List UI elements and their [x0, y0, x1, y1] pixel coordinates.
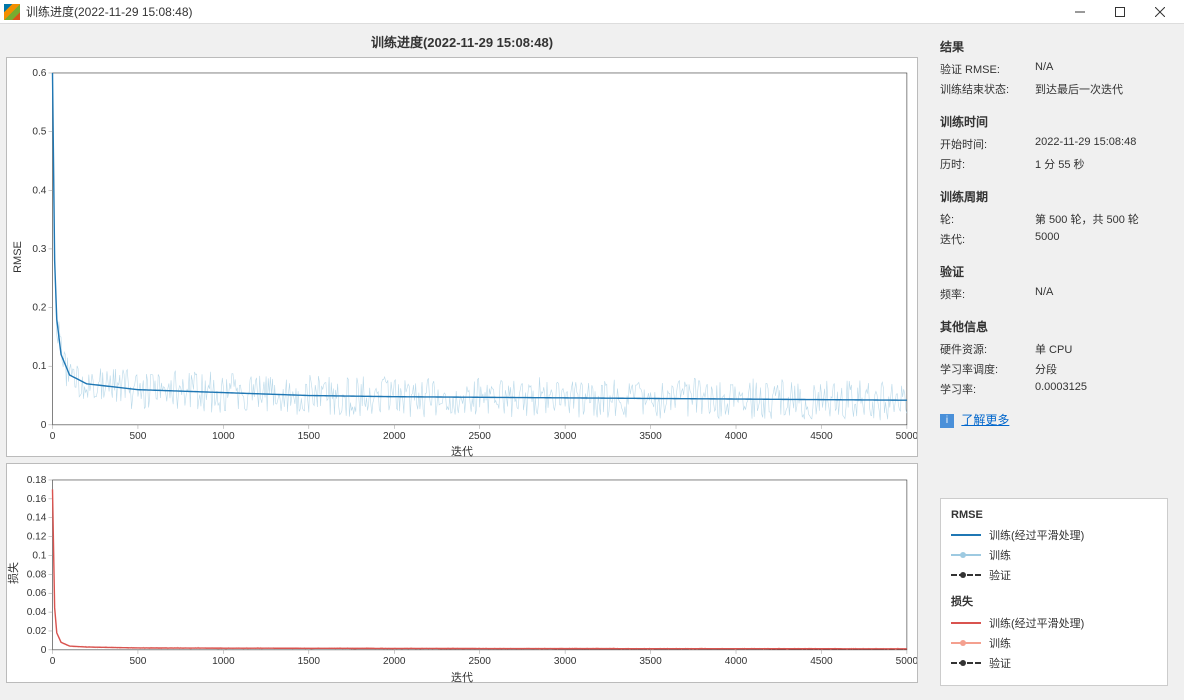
svg-text:0.06: 0.06 [27, 588, 47, 599]
svg-text:1000: 1000 [212, 431, 235, 442]
loss-ylabel: 损失 [5, 562, 21, 584]
svg-text:0.2: 0.2 [32, 303, 46, 314]
legend-train-smooth: 训练(经过平滑处理) [989, 527, 1084, 543]
svg-text:2500: 2500 [468, 656, 491, 667]
plot-title: 训练进度(2022-11-29 15:08:48) [6, 32, 918, 51]
cycle-header: 训练周期 [940, 188, 1168, 205]
lr-label: 学习率: [940, 381, 1035, 397]
svg-text:3000: 3000 [554, 431, 577, 442]
time-header: 训练时间 [940, 113, 1168, 130]
svg-text:0: 0 [41, 420, 47, 431]
svg-text:0.14: 0.14 [27, 513, 47, 524]
svg-text:0.6: 0.6 [32, 68, 46, 79]
svg-text:4500: 4500 [810, 656, 833, 667]
maximize-button[interactable] [1100, 0, 1140, 24]
svg-text:0.5: 0.5 [32, 127, 46, 138]
legend-loss-header: 损失 [951, 593, 1157, 609]
iter-value: 5000 [1035, 231, 1168, 247]
svg-text:4000: 4000 [725, 431, 748, 442]
svg-text:0: 0 [41, 645, 47, 656]
epoch-label: 轮: [940, 211, 1035, 227]
svg-text:4500: 4500 [810, 431, 833, 442]
epoch-value: 第 500 轮，共 500 轮 [1035, 211, 1168, 227]
svg-text:4000: 4000 [725, 656, 748, 667]
svg-text:500: 500 [130, 656, 147, 667]
hw-label: 硬件资源: [940, 341, 1035, 357]
other-header: 其他信息 [940, 318, 1168, 335]
end-state-value: 到达最后一次迭代 [1035, 81, 1168, 97]
svg-text:5000: 5000 [896, 431, 918, 442]
window-title: 训练进度(2022-11-29 15:08:48) [26, 3, 1060, 20]
svg-text:1500: 1500 [298, 431, 321, 442]
close-button[interactable] [1140, 0, 1180, 24]
hw-value: 单 CPU [1035, 341, 1168, 357]
val-rmse-value: N/A [1035, 61, 1168, 77]
svg-text:0.4: 0.4 [32, 185, 46, 196]
legend-val2: 验证 [989, 655, 1011, 671]
legend-val: 验证 [989, 567, 1011, 583]
lr-value: 0.0003125 [1035, 381, 1168, 397]
matlab-logo-icon [4, 4, 20, 20]
svg-text:0.18: 0.18 [27, 475, 47, 486]
minimize-button[interactable] [1060, 0, 1100, 24]
rmse-xlabel: 迭代 [451, 443, 473, 459]
plots-panel: 训练进度(2022-11-29 15:08:48) RMSE 0 0.1 0.2 0.… [0, 24, 924, 700]
sched-value: 分段 [1035, 361, 1168, 377]
rmse-chart: RMSE 0 0.1 0.2 0.3 0.4 0.5 0.6 0 500 1000 1500 2000… [6, 57, 918, 457]
start-time-label: 开始时间: [940, 136, 1035, 152]
svg-text:0.04: 0.04 [27, 607, 47, 618]
legend-train-smooth2: 训练(经过平滑处理) [989, 615, 1084, 631]
svg-text:1000: 1000 [212, 656, 235, 667]
elapsed-value: 1 分 55 秒 [1035, 156, 1168, 172]
svg-text:0.3: 0.3 [32, 244, 46, 255]
learn-more-link[interactable]: 了解更多 [961, 413, 1009, 427]
svg-text:0: 0 [50, 431, 56, 442]
svg-text:0.16: 0.16 [27, 494, 47, 505]
svg-text:3000: 3000 [554, 656, 577, 667]
svg-text:2500: 2500 [468, 431, 491, 442]
titlebar: 训练进度(2022-11-29 15:08:48) [0, 0, 1184, 24]
svg-text:0.12: 0.12 [27, 532, 47, 543]
sidebar: 结果 验证 RMSE:N/A 训练结束状态:到达最后一次迭代 训练时间 开始时间… [924, 24, 1184, 700]
svg-text:2000: 2000 [383, 431, 406, 442]
svg-text:3500: 3500 [639, 431, 662, 442]
loss-chart: 损失 0 0.02 0.04 0.06 0.08 0.1 0.12 0.14 0.16 0.18 0… [6, 463, 918, 683]
val-header: 验证 [940, 263, 1168, 280]
val-rmse-label: 验证 RMSE: [940, 61, 1035, 77]
svg-text:2000: 2000 [383, 656, 406, 667]
svg-text:0.02: 0.02 [27, 626, 47, 637]
svg-text:5000: 5000 [896, 656, 918, 667]
rmse-ylabel: RMSE [12, 241, 24, 273]
info-icon: i [940, 414, 954, 428]
sched-label: 学习率调度: [940, 361, 1035, 377]
freq-label: 频率: [940, 286, 1035, 302]
results-header: 结果 [940, 38, 1168, 55]
elapsed-label: 历时: [940, 156, 1035, 172]
svg-text:0: 0 [50, 656, 56, 667]
legend-rmse-header: RMSE [951, 509, 1157, 521]
svg-text:0.1: 0.1 [32, 361, 46, 372]
start-time-value: 2022-11-29 15:08:48 [1035, 136, 1168, 152]
svg-text:0.1: 0.1 [32, 551, 46, 562]
svg-text:500: 500 [130, 431, 147, 442]
svg-text:0.08: 0.08 [27, 569, 47, 580]
legend-box: RMSE 训练(经过平滑处理) 训练 验证 损失 训练(经过平滑处理) 训练 验… [940, 498, 1168, 686]
end-state-label: 训练结束状态: [940, 81, 1035, 97]
legend-train2: 训练 [989, 635, 1011, 651]
svg-text:1500: 1500 [298, 656, 321, 667]
iter-label: 迭代: [940, 231, 1035, 247]
legend-train: 训练 [989, 547, 1011, 563]
loss-xlabel: 迭代 [451, 669, 473, 685]
freq-value: N/A [1035, 286, 1168, 302]
svg-text:3500: 3500 [639, 656, 662, 667]
